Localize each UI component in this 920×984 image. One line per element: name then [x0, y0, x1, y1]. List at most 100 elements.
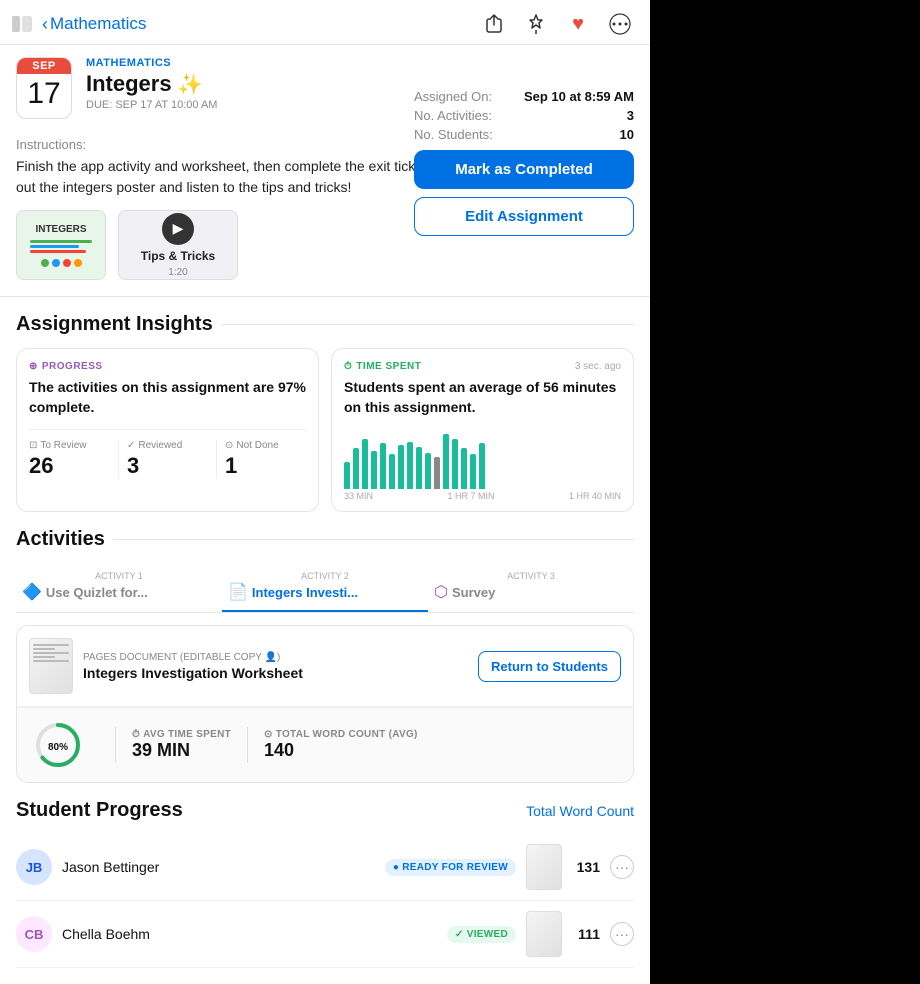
back-label: Mathematics [50, 14, 146, 34]
tips-tricks-video-attachment[interactable]: ▶ Tips & Tricks 1:20 [118, 210, 238, 280]
student-name-jb: Jason Bettinger [62, 859, 375, 875]
to-review-stat: ⊡ To Review 26 [29, 440, 119, 479]
word-count-icon: ⊙ [264, 729, 273, 740]
pages-icon: 📄 [228, 582, 248, 602]
chart-bar [425, 453, 431, 490]
sparkle-icon: ✨ [178, 72, 203, 97]
no-activities-value: 3 [627, 108, 634, 123]
chart-bar [398, 445, 404, 489]
student-more-jb[interactable]: ··· [610, 855, 634, 879]
chart-axis: 33 MIN 1 HR 7 MIN 1 HR 40 MIN [344, 491, 621, 501]
activities-section: Activities ACTIVITY 1 🔷 Use Quizlet for.… [0, 528, 650, 799]
clock-icon: ⊙ [225, 440, 233, 451]
return-to-students-button[interactable]: Return to Students [478, 651, 621, 682]
activities-title: Activities [16, 528, 634, 551]
progress-text: The activities on this assignment are 97… [29, 378, 306, 417]
student-word-count-jb: 131 [572, 859, 600, 875]
chart-bar [479, 443, 485, 489]
time-chart: 33 MIN 1 HR 7 MIN 1 HR 40 MIN [344, 429, 621, 499]
play-icon: ▶ [162, 213, 194, 245]
progress-tag: ⊕ PROGRESS [29, 361, 306, 372]
avg-time-stat: ⏱ AVG TIME SPENT 39 MIN [132, 729, 231, 761]
date-day: 17 [17, 74, 71, 114]
stat-divider-1 [115, 727, 116, 763]
top-nav: ‹ Mathematics ♥ [0, 0, 650, 45]
student-progress-title: Student Progress [16, 799, 191, 822]
chart-bar [434, 457, 440, 489]
doc-type: PAGES DOCUMENT (EDITABLE COPY 👤) [83, 652, 468, 663]
student-name-cb: Chella Boehm [62, 926, 437, 942]
insights-title: Assignment Insights [16, 313, 634, 336]
student-doc-thumb-jb [526, 844, 562, 890]
assigned-on-row: Assigned On: Sep 10 at 8:59 AM [414, 89, 634, 104]
chart-bar [344, 462, 350, 490]
inbox-icon: ⊡ [29, 440, 37, 451]
student-word-count-cb: 111 [572, 926, 600, 942]
student-row: CB Chella Boehm ✓ VIEWED 111 ··· [16, 901, 634, 968]
assignment-subject: MATHEMATICS [86, 57, 634, 69]
word-count-stat: ⊙ TOTAL WORD COUNT (AVG) 140 [264, 729, 418, 761]
no-activities-label: No. Activities: [414, 108, 492, 123]
student-progress-header: Student Progress Total Word Count [16, 799, 634, 822]
share-icon[interactable] [480, 10, 508, 38]
heart-icon[interactable]: ♥ [564, 10, 592, 38]
progress-card: ⊕ PROGRESS The activities on this assign… [16, 348, 319, 512]
total-word-count-sort[interactable]: Total Word Count [526, 803, 634, 819]
chart-bar [443, 434, 449, 489]
activity-stats-row: 80% ⏱ AVG TIME SPENT 39 MIN ⊙ TOTAL WORD… [17, 707, 633, 782]
chart-bar [461, 448, 467, 489]
tab-activity-1[interactable]: ACTIVITY 1 🔷 Use Quizlet for... [16, 563, 222, 612]
date-month: SEP [17, 58, 71, 74]
video-duration: 1:20 [168, 267, 187, 278]
doc-name: Integers Investigation Worksheet [83, 665, 468, 681]
no-students-label: No. Students: [414, 127, 493, 142]
avatar-jb: JB [16, 849, 52, 885]
mark-completed-button[interactable]: Mark as Completed [414, 150, 634, 189]
assigned-on-label: Assigned On: [414, 89, 492, 104]
tab-activity-2[interactable]: ACTIVITY 2 📄 Integers Investi... [222, 563, 428, 612]
avg-time-value: 39 MIN [132, 740, 231, 761]
student-row: JB Jason Bettinger ● READY FOR REVIEW 13… [16, 834, 634, 901]
chevron-left-icon: ‹ [42, 14, 48, 35]
back-button[interactable]: ‹ Mathematics [42, 14, 146, 35]
svg-text:80%: 80% [48, 742, 68, 753]
status-badge-cb: ✓ VIEWED [447, 926, 516, 943]
sidebar-toggle[interactable] [8, 10, 36, 38]
chart-bar [416, 447, 422, 489]
reviewed-stat: ✓ Reviewed 3 [127, 440, 217, 479]
insights-section: Assignment Insights ⊕ PROGRESS The activ… [0, 313, 650, 528]
survey-icon: ⬡ [434, 582, 448, 602]
chart-bar [407, 442, 413, 490]
student-more-cb[interactable]: ··· [610, 922, 634, 946]
stat-divider-2 [247, 727, 248, 763]
chart-bar [371, 451, 377, 490]
chart-bar [452, 439, 458, 489]
integers-poster-attachment[interactable]: INTEGERS [16, 210, 106, 280]
word-count-value: 140 [264, 740, 418, 761]
time-spent-card: ⏱ TIME SPENT 3 sec. ago Students spent a… [331, 348, 634, 512]
progress-stats: ⊡ To Review 26 ✓ Reviewed 3 [29, 429, 306, 479]
status-badge-jb: ● READY FOR REVIEW [385, 859, 516, 876]
no-students-value: 10 [620, 127, 634, 142]
date-badge: SEP 17 [16, 57, 72, 119]
chart-bar [362, 439, 368, 489]
activity-content: PAGES DOCUMENT (EDITABLE COPY 👤) Integer… [16, 625, 634, 783]
assignment-meta-panel: Assigned On: Sep 10 at 8:59 AM No. Activ… [414, 89, 634, 236]
pin-icon[interactable] [522, 10, 550, 38]
edit-assignment-button[interactable]: Edit Assignment [414, 197, 634, 236]
time-meta: 3 sec. ago [575, 361, 621, 372]
tab-activity-3[interactable]: ACTIVITY 3 ⬡ Survey [428, 563, 634, 612]
assigned-on-value: Sep 10 at 8:59 AM [524, 89, 634, 104]
chart-bar [389, 454, 395, 489]
doc-thumbnail [29, 638, 73, 694]
avatar-cb: CB [16, 916, 52, 952]
activity-doc-row: PAGES DOCUMENT (EDITABLE COPY 👤) Integer… [17, 626, 633, 707]
progress-circle: 80% [33, 720, 83, 770]
student-progress-section: Student Progress Total Word Count JB Jas… [0, 799, 650, 984]
more-options-icon[interactable] [606, 10, 634, 38]
clock-small-icon: ⏱ [132, 729, 140, 740]
doc-info: PAGES DOCUMENT (EDITABLE COPY 👤) Integer… [83, 652, 468, 681]
video-label: Tips & Tricks [141, 249, 215, 263]
quizlet-icon: 🔷 [22, 582, 42, 602]
student-doc-thumb-cb [526, 911, 562, 957]
